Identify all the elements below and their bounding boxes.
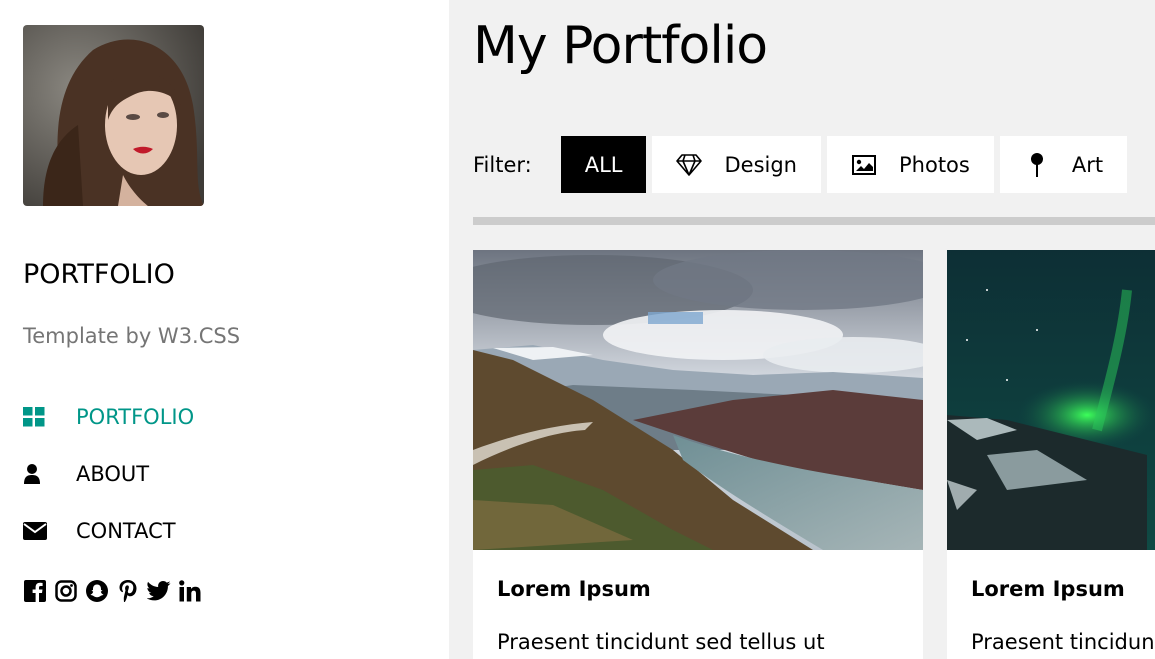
pinterest-icon[interactable]	[116, 579, 140, 603]
portfolio-card[interactable]: Lorem Ipsum Praesent tincidunt sed tellu…	[473, 250, 923, 659]
card-text: Praesent tincidunt sed tellus ut	[971, 630, 1155, 654]
diamond-icon	[676, 152, 703, 178]
mountain-lake-photo[interactable]	[473, 250, 923, 550]
nav-label: ABOUT	[76, 461, 150, 486]
card-title: Lorem Ipsum	[971, 577, 1125, 601]
social-links	[23, 579, 202, 603]
map-pin-icon	[1024, 152, 1050, 178]
brand-title: PORTFOLIO	[23, 259, 175, 290]
filter-button-label: Art	[1071, 152, 1104, 177]
nav-item-contact[interactable]: CONTACT	[23, 502, 443, 559]
filter-art-button[interactable]: Art	[999, 136, 1128, 193]
photo-icon	[851, 152, 877, 178]
instagram-icon[interactable]	[54, 579, 78, 603]
nav-item-about[interactable]: ABOUT	[23, 445, 443, 502]
twitter-icon[interactable]	[147, 579, 171, 603]
filter-all-button[interactable]: ALL	[560, 136, 647, 193]
sidebar: PORTFOLIO Template by W3.CSS PORTFOLIO A…	[0, 0, 449, 659]
facebook-icon[interactable]	[23, 579, 47, 603]
filter-button-label: ALL	[584, 152, 623, 177]
grid-icon	[23, 402, 53, 432]
divider	[473, 217, 1155, 225]
tagline: Template by W3.CSS	[23, 324, 241, 348]
northern-lights-photo[interactable]	[947, 250, 1155, 550]
user-icon	[23, 459, 53, 489]
envelope-icon	[23, 516, 53, 546]
filter-bar: Filter: ALL Design Photos Art	[473, 136, 1133, 193]
filter-photos-button[interactable]: Photos	[827, 136, 994, 193]
nav-item-portfolio[interactable]: PORTFOLIO	[23, 388, 443, 445]
sidebar-nav: PORTFOLIO ABOUT CONTACT	[23, 388, 443, 559]
filter-design-button[interactable]: Design	[652, 136, 821, 193]
main-content: My Portfolio Filter: ALL Design Photos A…	[449, 0, 1155, 659]
card-text: Praesent tincidunt sed tellus ut	[497, 630, 825, 654]
filter-button-label: Design	[724, 152, 797, 177]
filter-button-label: Photos	[899, 152, 970, 177]
snapchat-icon[interactable]	[85, 579, 109, 603]
nav-label: PORTFOLIO	[76, 404, 195, 429]
avatar	[23, 25, 204, 206]
portfolio-card[interactable]: Lorem Ipsum Praesent tincidunt sed tellu…	[947, 250, 1155, 659]
page-title: My Portfolio	[473, 16, 768, 76]
linkedin-icon[interactable]	[178, 579, 202, 603]
nav-label: CONTACT	[76, 518, 176, 543]
filter-label: Filter:	[473, 152, 532, 177]
card-title: Lorem Ipsum	[497, 577, 651, 601]
